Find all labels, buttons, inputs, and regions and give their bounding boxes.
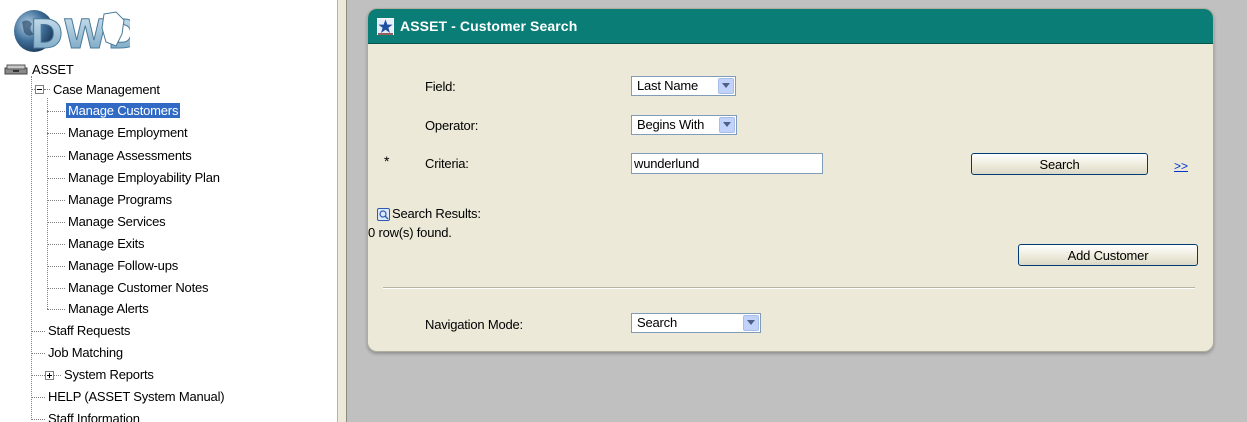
tree-item-manage-follow-ups[interactable]: Manage Follow-ups <box>66 256 180 276</box>
expand-icon[interactable] <box>45 371 54 380</box>
tree-item-label: Manage Employment <box>68 125 188 140</box>
tree-item-label: HELP (ASSET System Manual) <box>48 389 225 404</box>
collapse-icon[interactable] <box>35 85 44 94</box>
navigation-mode-value: Search <box>637 315 677 330</box>
tree-line <box>47 288 65 289</box>
tree-line <box>31 353 45 354</box>
section-divider <box>383 287 1195 289</box>
tree-item-manage-services[interactable]: Manage Services <box>66 212 167 232</box>
tree-line <box>47 111 65 112</box>
rows-found-text: 0 row(s) found. <box>368 225 452 240</box>
tree-item-label: Manage Customers <box>66 103 181 118</box>
search-results-label: Search Results: <box>392 206 481 221</box>
criteria-label: Criteria: <box>425 156 469 171</box>
operator-label: Operator: <box>425 118 479 133</box>
tree-root-label: ASSET <box>32 62 74 77</box>
tree-item-manage-exits[interactable]: Manage Exits <box>66 234 146 254</box>
panel-header: ASSET - Customer Search <box>368 9 1213 44</box>
tree-line <box>31 331 45 332</box>
tree-item-manage-customers[interactable]: Manage Customers <box>66 101 181 121</box>
tree-item-label: Case Management <box>53 82 160 97</box>
tree-item-label: Manage Exits <box>68 236 145 251</box>
tree-item-manage-customer-notes[interactable]: Manage Customer Notes <box>66 278 210 298</box>
chevron-down-icon[interactable] <box>718 78 734 94</box>
content-frame: ASSET - Customer Search Field: Last Name… <box>347 0 1247 422</box>
tree-line <box>54 375 61 376</box>
tree-line <box>47 98 48 309</box>
tree-line <box>31 76 32 420</box>
dwd-logo: DWD <box>14 10 130 56</box>
tree-line <box>44 89 50 90</box>
tree-item-staff-requests[interactable]: Staff Requests <box>46 321 132 341</box>
tree-item-manage-employment[interactable]: Manage Employment <box>66 123 189 143</box>
add-customer-button[interactable]: Add Customer <box>1018 244 1198 266</box>
tree-item-label: Manage Employability Plan <box>68 170 220 185</box>
tree-line <box>31 419 45 420</box>
tree-item-manage-assessments[interactable]: Manage Assessments <box>66 146 194 166</box>
field-label: Field: <box>425 79 456 94</box>
search-button[interactable]: Search <box>971 153 1148 175</box>
tree-item-system-reports[interactable]: System Reports <box>62 365 156 385</box>
tree-item-manage-employability-plan[interactable]: Manage Employability Plan <box>66 168 222 188</box>
tree-item-label: Job Matching <box>48 345 123 360</box>
tree-line <box>47 266 65 267</box>
tree-line <box>47 156 65 157</box>
field-select[interactable]: Last Name <box>631 76 736 96</box>
tree-item-manage-alerts[interactable]: Manage Alerts <box>66 299 151 319</box>
tree-line <box>31 375 45 376</box>
tree-root-asset[interactable]: ASSET <box>4 60 76 80</box>
tree-line <box>47 309 65 310</box>
tree-item-label: Manage Alerts <box>68 301 149 316</box>
operator-select[interactable]: Begins With <box>631 115 737 135</box>
customer-search-panel: ASSET - Customer Search Field: Last Name… <box>367 8 1214 352</box>
tree-line <box>47 200 65 201</box>
search-results-icon <box>377 208 390 221</box>
operator-select-value: Begins With <box>637 117 705 132</box>
more-options-link[interactable]: >> <box>1174 159 1188 173</box>
tree-item-label: System Reports <box>64 367 154 382</box>
tree-line <box>47 222 65 223</box>
field-select-value: Last Name <box>637 78 699 93</box>
asset-star-icon <box>377 18 394 35</box>
tree-item-label: Manage Programs <box>68 192 172 207</box>
tree-item-manage-programs[interactable]: Manage Programs <box>66 190 174 210</box>
tree-line <box>47 244 65 245</box>
tree-item-label: Manage Customer Notes <box>68 280 209 295</box>
chevron-down-icon[interactable] <box>743 315 759 331</box>
panel-title: ASSET - Customer Search <box>400 18 578 34</box>
asset-drawer-icon <box>4 64 28 75</box>
tree-item-label: Manage Services <box>68 214 166 229</box>
chevron-down-icon[interactable] <box>719 117 735 133</box>
tree-line <box>47 178 65 179</box>
navigation-mode-select[interactable]: Search <box>631 313 761 333</box>
navigation-mode-label: Navigation Mode: <box>425 317 523 332</box>
frame-splitter[interactable] <box>337 0 347 422</box>
tree-item-label: Staff Requests <box>48 323 131 338</box>
tree-item-label: Manage Assessments <box>68 148 192 163</box>
required-marker: * <box>384 153 390 169</box>
tree-item-staff-information[interactable]: Staff Information <box>46 409 142 422</box>
navigation-frame: DWD ASSET Case Management Manage Custome… <box>0 0 337 422</box>
tree-line <box>31 397 45 398</box>
tree-item-label: Staff Information <box>48 411 140 422</box>
tree-item-label: Manage Follow-ups <box>68 258 179 273</box>
criteria-input[interactable]: wunderlund <box>631 153 823 174</box>
tree-item-job-matching[interactable]: Job Matching <box>46 343 125 363</box>
tree-item-case-management[interactable]: Case Management <box>51 80 162 100</box>
tree-line <box>47 133 65 134</box>
tree-item-help-manual[interactable]: HELP (ASSET System Manual) <box>46 387 226 407</box>
